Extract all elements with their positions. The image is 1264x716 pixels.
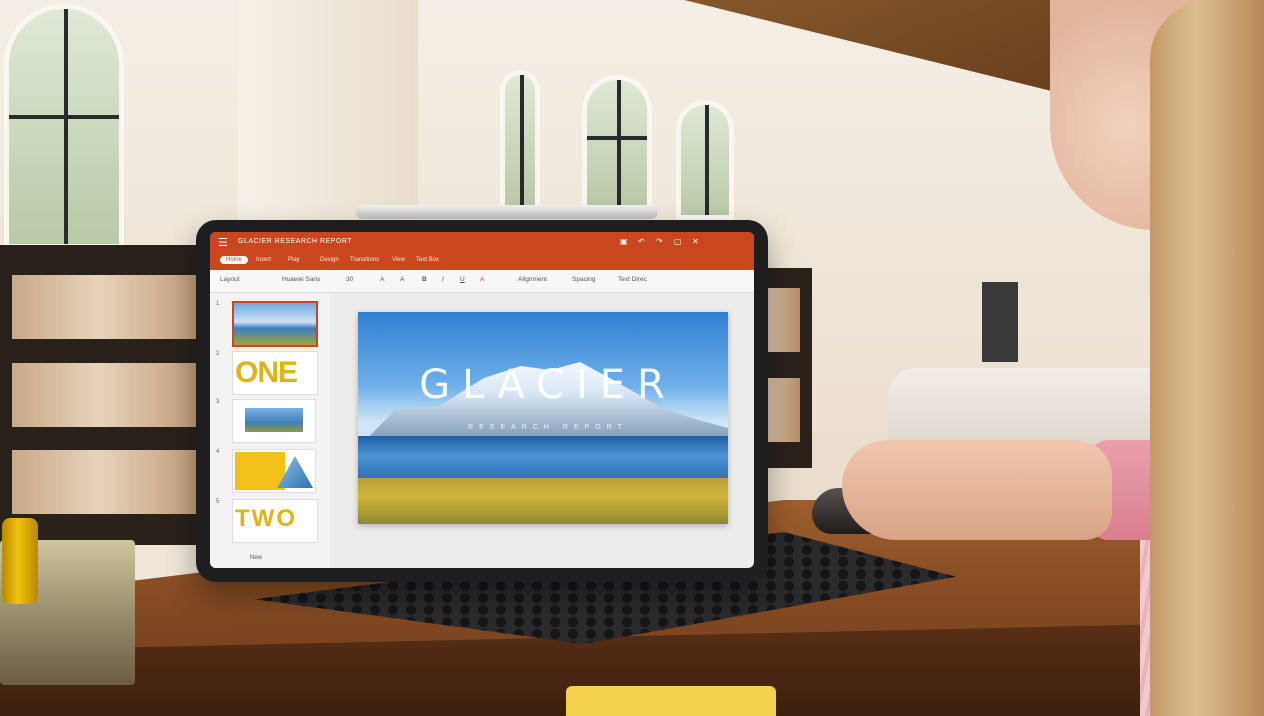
- bold-icon[interactable]: B: [422, 276, 427, 283]
- slide-number: 4: [216, 449, 220, 455]
- increase-font-icon[interactable]: A: [380, 276, 384, 283]
- spacing-button[interactable]: Spacing: [572, 276, 596, 283]
- slide-lake: [358, 436, 728, 480]
- slide-grass: [358, 478, 728, 524]
- layout-button[interactable]: Layout: [220, 276, 240, 283]
- stylus-pen: [356, 205, 658, 219]
- slide-thumb-2[interactable]: ONE: [232, 351, 318, 395]
- slide-number: 5: [216, 499, 220, 505]
- redo-icon[interactable]: ↷: [656, 237, 663, 246]
- slide-subtitle[interactable]: RESEARCH REPORT: [398, 424, 698, 431]
- slide-thumbnails: 1 2 ONE 3 4 5 TWO New: [210, 293, 330, 568]
- tab-insert[interactable]: Insert: [256, 257, 271, 263]
- arched-window: [676, 100, 734, 220]
- arched-window: [500, 70, 540, 210]
- font-select[interactable]: Huawei Sans: [282, 276, 320, 283]
- slide-number: 2: [216, 351, 220, 357]
- italic-icon[interactable]: I: [442, 276, 444, 283]
- tab-view[interactable]: View: [392, 257, 405, 263]
- new-slide-button[interactable]: New: [250, 555, 262, 561]
- pillar: [238, 0, 418, 230]
- text-direction-button[interactable]: Text Direc: [618, 276, 647, 283]
- font-color-icon[interactable]: A: [480, 276, 484, 283]
- window-icon[interactable]: ▢: [674, 237, 682, 246]
- tab-text-box[interactable]: Text Box: [416, 257, 439, 263]
- decrease-font-icon[interactable]: A: [400, 276, 404, 283]
- person-hand: [842, 440, 1112, 540]
- slide-thumb-5[interactable]: TWO: [232, 499, 318, 543]
- slide-thumb-4[interactable]: [232, 449, 316, 493]
- toolbar: Layout Huawei Sans 30 A A B I U A Alignm…: [210, 270, 754, 293]
- undo-icon[interactable]: ↶: [638, 237, 645, 246]
- tab-home[interactable]: Home: [220, 256, 249, 264]
- slide-thumb-1[interactable]: [232, 301, 318, 347]
- slide-number: 3: [216, 399, 220, 405]
- slide-number: 1: [216, 301, 220, 307]
- tab-transitions[interactable]: Transitions: [350, 257, 379, 263]
- arched-window: [582, 75, 652, 210]
- slide-canvas[interactable]: GLACIER RESEARCH REPORT: [358, 312, 728, 524]
- person-hair: [1150, 0, 1264, 716]
- save-icon[interactable]: ▣: [620, 237, 628, 246]
- yellow-jar: [2, 518, 38, 604]
- tablet-screen: ☰ GLACIER RESEARCH REPORT ▣ ↶ ↷ ▢ ✕ Home…: [210, 232, 754, 568]
- close-icon[interactable]: ✕: [692, 237, 699, 246]
- hamburger-icon[interactable]: ☰: [218, 236, 228, 249]
- font-size-select[interactable]: 30: [346, 276, 353, 283]
- alignment-button[interactable]: Alignment: [518, 276, 547, 283]
- underline-icon[interactable]: U: [460, 276, 465, 283]
- slide-title[interactable]: GLACIER: [398, 362, 698, 408]
- tablet: ☰ GLACIER RESEARCH REPORT ▣ ↶ ↷ ▢ ✕ Home…: [196, 220, 768, 582]
- frame: [982, 282, 1018, 362]
- slide-thumb-3[interactable]: [232, 399, 316, 443]
- tab-play[interactable]: Play: [288, 257, 300, 263]
- yellow-notebook: [566, 686, 776, 716]
- title-bar: ☰ GLACIER RESEARCH REPORT ▣ ↶ ↷ ▢ ✕: [210, 232, 754, 254]
- tab-design[interactable]: Design: [320, 257, 339, 263]
- ribbon-tabs: Home Insert Play Design Transitions View…: [210, 254, 754, 270]
- document-title: GLACIER RESEARCH REPORT: [238, 238, 353, 245]
- arched-window: [4, 4, 124, 249]
